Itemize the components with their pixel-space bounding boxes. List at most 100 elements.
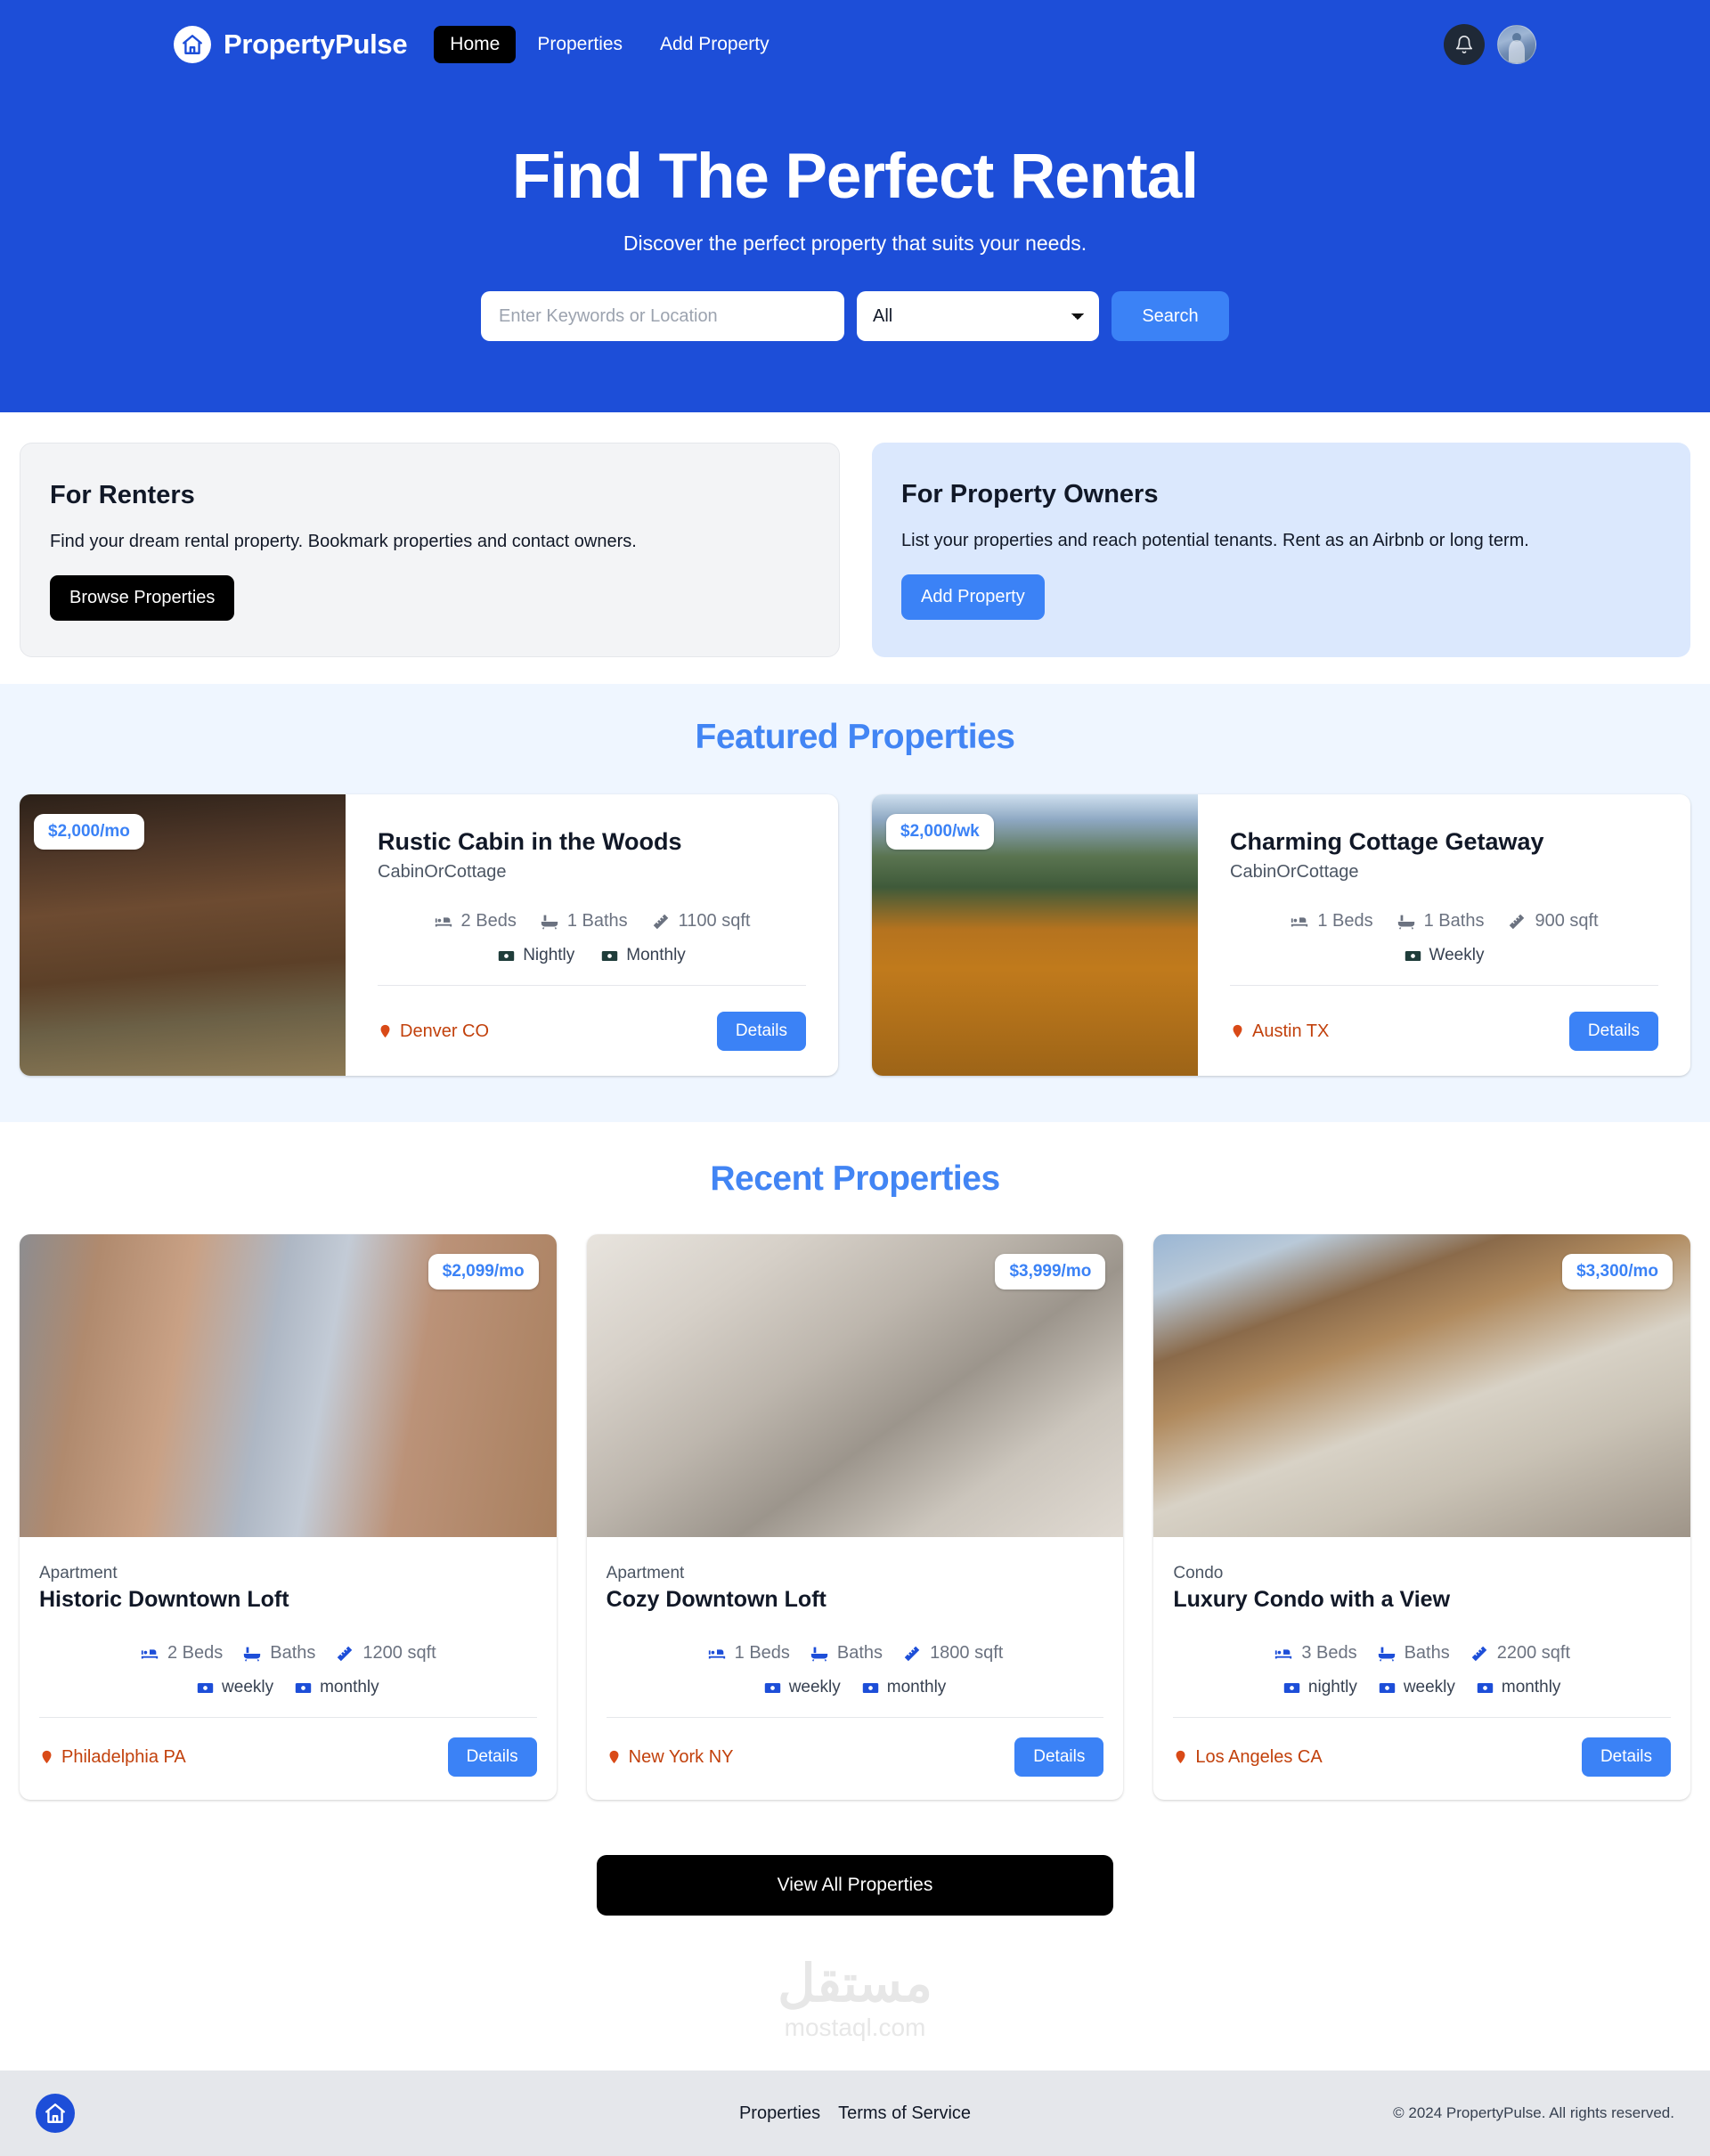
brand-logo-link[interactable]: PropertyPulse <box>174 26 408 63</box>
featured-property-card[interactable]: $2,000/wk Charming Cottage Getaway Cabin… <box>872 794 1690 1077</box>
footer-copyright: © 2024 PropertyPulse. All rights reserve… <box>1393 2104 1674 2122</box>
spec-beds: 2 Beds <box>140 1643 223 1664</box>
property-name: Rustic Cabin in the Woods <box>378 828 682 856</box>
search-button[interactable]: Search <box>1112 291 1229 342</box>
footer-links: Properties Terms of Service <box>739 2103 971 2124</box>
recent-property-card[interactable]: $2,099/mo Apartment Historic Downtown Lo… <box>20 1234 557 1801</box>
navbar-right-actions <box>1444 24 1536 65</box>
rate-item: monthly <box>862 1678 946 1697</box>
details-button[interactable]: Details <box>1581 1737 1672 1778</box>
spec-sqft: 1200 sqft <box>335 1643 436 1664</box>
bed-icon <box>1274 1644 1293 1664</box>
spec-baths-label: 1 Baths <box>1423 911 1485 932</box>
property-type: Condo <box>1173 1564 1224 1583</box>
recent-property-card[interactable]: $3,999/mo Apartment Cozy Downtown Loft 1… <box>586 1234 1124 1801</box>
property-image: $2,099/mo <box>20 1234 557 1538</box>
watermark-arabic: مستقل <box>778 1955 932 2014</box>
bed-icon <box>434 912 453 932</box>
details-button[interactable]: Details <box>1014 1737 1104 1778</box>
info-card-renters-text: Find your dream rental property. Bookmar… <box>50 532 637 552</box>
info-cards-section: For Renters Find your dream rental prope… <box>0 412 1710 685</box>
bath-icon <box>810 1644 829 1664</box>
recent-properties-grid: $2,099/mo Apartment Historic Downtown Lo… <box>0 1199 1710 1801</box>
spec-baths-label: 1 Baths <box>566 911 628 932</box>
rate-item: Monthly <box>601 946 686 965</box>
ruler-icon <box>335 1644 354 1664</box>
rate-item: nightly <box>1283 1678 1357 1697</box>
price-badge: $2,000/mo <box>34 814 144 850</box>
spec-beds: 1 Beds <box>707 1643 790 1664</box>
nav-link-add-property[interactable]: Add Property <box>644 26 786 63</box>
info-card-owners-title: For Property Owners <box>901 480 1159 509</box>
property-type: CabinOrCottage <box>1230 862 1359 883</box>
property-rates: Nightly Monthly <box>378 946 806 985</box>
nav-links: Home Properties Add Property <box>434 26 785 63</box>
money-icon <box>1379 1680 1396 1696</box>
rate-item: weekly <box>764 1678 841 1697</box>
details-button[interactable]: Details <box>1568 1012 1658 1052</box>
property-card-body: Apartment Cozy Downtown Loft 1 Beds Bath… <box>587 1537 1124 1800</box>
property-image: $3,300/mo <box>1153 1234 1691 1538</box>
rate-label: monthly <box>320 1678 379 1697</box>
view-all-properties-button[interactable]: View All Properties <box>597 1855 1113 1916</box>
recent-section-title: Recent Properties <box>710 1159 1000 1199</box>
rate-item: weekly <box>1379 1678 1455 1697</box>
spec-baths: Baths <box>810 1643 883 1664</box>
nav-link-properties[interactable]: Properties <box>521 26 639 63</box>
money-icon <box>1405 948 1421 964</box>
ruler-icon <box>902 1644 922 1664</box>
spec-sqft-label: 1100 sqft <box>678 911 751 932</box>
footer-link-terms[interactable]: Terms of Service <box>838 2103 971 2124</box>
property-card-body: Rustic Cabin in the Woods CabinOrCottage… <box>346 794 838 1076</box>
spec-sqft-label: 2200 sqft <box>1496 1643 1571 1664</box>
spec-sqft: 900 sqft <box>1507 911 1599 932</box>
property-type: Apartment <box>39 1564 118 1583</box>
spec-beds: 3 Beds <box>1274 1643 1357 1664</box>
property-card-footer: Austin TX Details <box>1230 1012 1658 1052</box>
nav-link-home[interactable]: Home <box>434 26 517 63</box>
spec-baths: 1 Baths <box>540 911 628 932</box>
spec-baths: Baths <box>1377 1643 1450 1664</box>
page-title: Find The Perfect Rental <box>512 142 1199 212</box>
rate-label: Monthly <box>626 946 686 965</box>
spec-baths-label: Baths <box>270 1643 316 1664</box>
details-button[interactable]: Details <box>447 1737 537 1778</box>
property-card-footer: Denver CO Details <box>378 1012 806 1052</box>
bath-icon <box>540 912 559 932</box>
property-location: Denver CO <box>378 1021 489 1042</box>
property-type-select[interactable]: All <box>857 291 1099 342</box>
footer-link-properties[interactable]: Properties <box>739 2103 820 2124</box>
bath-icon <box>1396 912 1416 932</box>
property-card-body: Condo Luxury Condo with a View 3 Beds Ba… <box>1153 1537 1690 1800</box>
property-image: $2,000/mo <box>20 794 346 1077</box>
recent-properties-section: Recent Properties $2,099/mo Apartment Hi… <box>0 1122 1710 1916</box>
property-name: Cozy Downtown Loft <box>606 1587 826 1613</box>
info-card-renters-title: For Renters <box>50 481 195 510</box>
info-card-owners: For Property Owners List your properties… <box>872 443 1690 658</box>
home-icon[interactable] <box>36 2094 75 2134</box>
property-name: Historic Downtown Loft <box>39 1587 289 1613</box>
rate-item: monthly <box>1477 1678 1560 1697</box>
property-card-body: Apartment Historic Downtown Loft 2 Beds … <box>20 1537 557 1800</box>
money-icon <box>1283 1680 1300 1696</box>
divider <box>378 985 806 987</box>
ruler-icon <box>1470 1644 1489 1664</box>
spec-beds: 1 Beds <box>1290 911 1373 932</box>
user-avatar[interactable] <box>1497 25 1536 64</box>
browse-properties-button[interactable]: Browse Properties <box>50 575 235 622</box>
watermark: مستقل mostaql.com <box>0 1916 1710 2071</box>
spec-beds-label: 2 Beds <box>460 911 517 932</box>
rate-label: weekly <box>788 1678 841 1697</box>
property-location-label: Los Angeles CA <box>1195 1746 1323 1767</box>
spec-beds-label: 1 Beds <box>1317 911 1373 932</box>
featured-property-card[interactable]: $2,000/mo Rustic Cabin in the Woods Cabi… <box>20 794 838 1077</box>
add-property-button[interactable]: Add Property <box>901 574 1045 621</box>
spec-sqft: 1100 sqft <box>651 911 751 932</box>
search-input[interactable] <box>481 291 844 342</box>
recent-property-card[interactable]: $3,300/mo Condo Luxury Condo with a View… <box>1153 1234 1691 1801</box>
property-card-footer: Philadelphia PA Details <box>39 1737 537 1778</box>
details-button[interactable]: Details <box>716 1012 806 1052</box>
spec-baths: 1 Baths <box>1396 911 1485 932</box>
price-badge: $3,999/mo <box>995 1254 1106 1290</box>
bell-icon[interactable] <box>1444 24 1485 65</box>
